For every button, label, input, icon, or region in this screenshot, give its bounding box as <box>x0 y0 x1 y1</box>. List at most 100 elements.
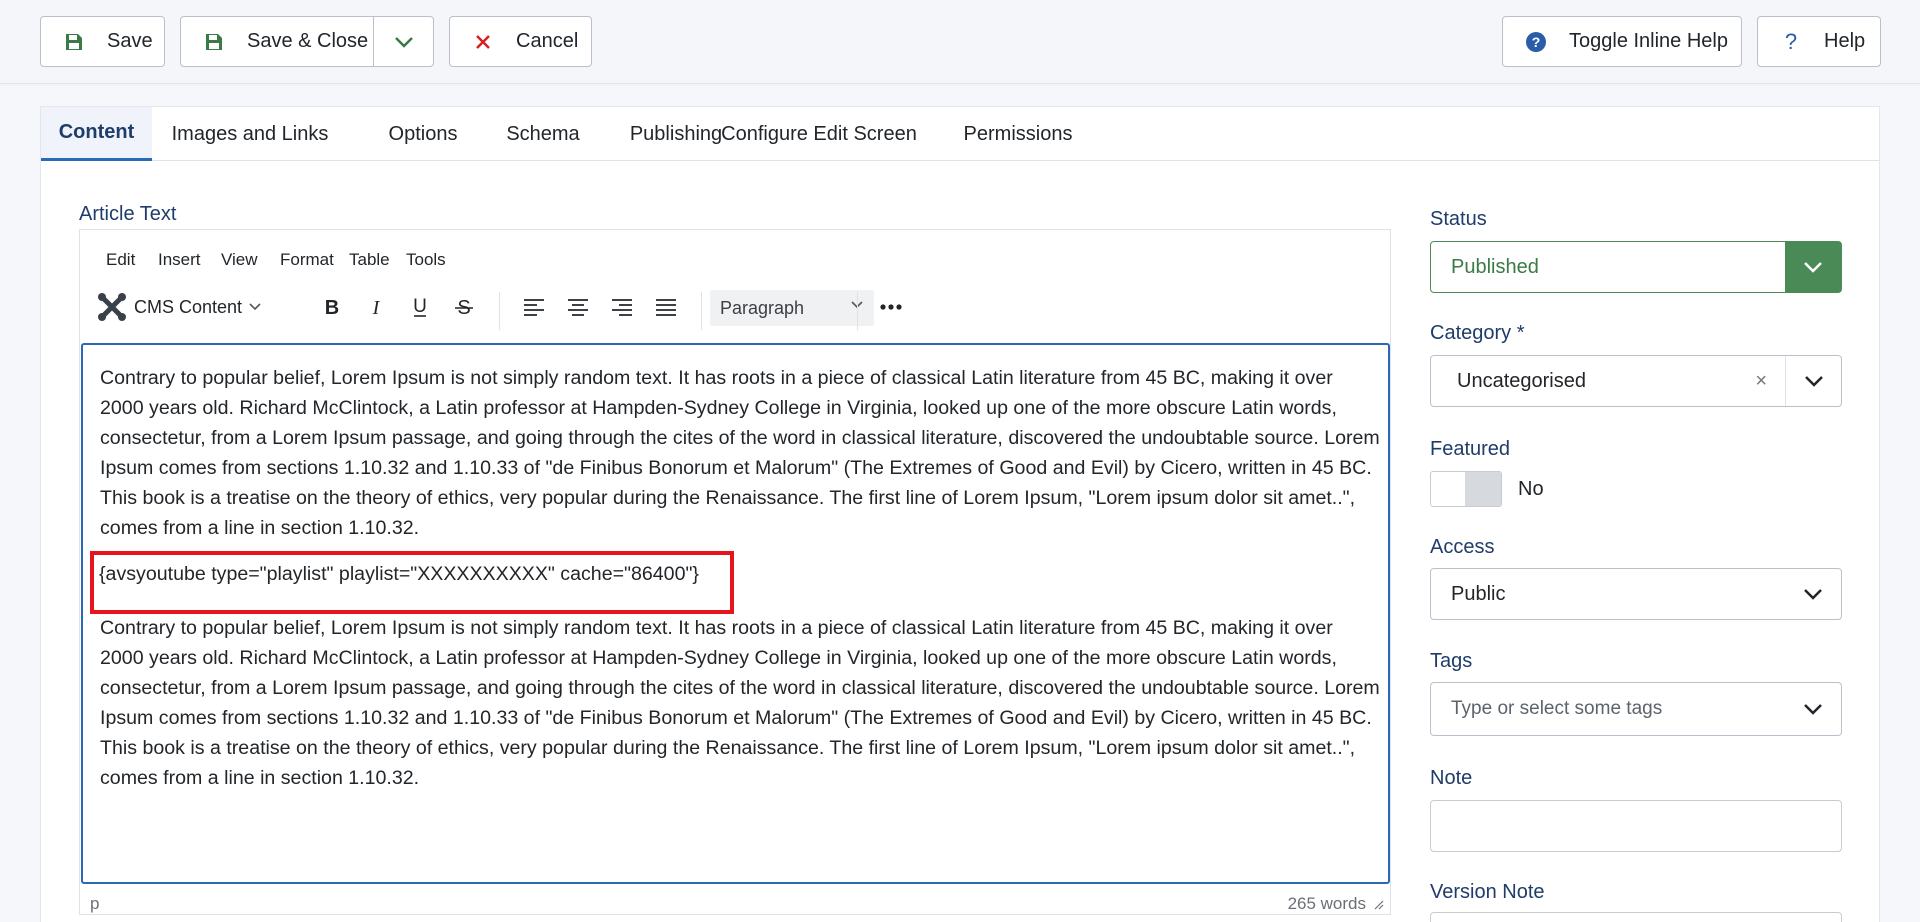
toolbar: Save Save & Close Cancel ? Toggle Inline… <box>0 0 1920 84</box>
paragraph-1: Contrary to popular belief, Lorem Ipsum … <box>100 367 1380 539</box>
svg-text:B: B <box>325 297 339 317</box>
svg-text:?: ? <box>1532 34 1541 50</box>
chevron-down-icon <box>249 303 261 311</box>
block-format-value: Paragraph <box>720 297 805 318</box>
joomla-logo-icon <box>98 293 126 321</box>
question-icon: ? <box>1780 31 1802 53</box>
save-close-button[interactable]: Save & Close <box>180 16 434 67</box>
floppy-disk-icon <box>63 31 85 53</box>
toolbar-divider <box>701 292 702 330</box>
italic-button[interactable]: I <box>356 288 396 326</box>
tags-label: Tags <box>1430 650 1473 672</box>
underline-button[interactable]: U <box>400 288 440 326</box>
clear-category-icon[interactable]: × <box>1755 370 1767 393</box>
svg-text:I: I <box>372 297 381 317</box>
align-left-icon <box>524 299 544 316</box>
note-input[interactable] <box>1430 800 1842 852</box>
editor-menubar: Edit Insert View Format Table Tools <box>80 230 1390 276</box>
tab-bar: Content Images and Links Options Schema … <box>41 107 1879 161</box>
menu-insert[interactable]: Insert <box>158 250 201 270</box>
ellipsis-icon <box>880 304 902 310</box>
chevron-down-icon <box>1804 589 1822 600</box>
menu-tools[interactable]: Tools <box>406 250 446 270</box>
save-options-dropdown[interactable] <box>374 17 434 66</box>
close-icon <box>472 31 494 53</box>
align-center-icon <box>568 299 588 316</box>
category-value: Uncategorised <box>1457 369 1586 392</box>
align-justify-icon <box>656 299 676 316</box>
toggle-knob <box>1465 472 1501 506</box>
chevron-down-icon <box>395 36 413 48</box>
chevron-down-icon <box>1804 704 1822 715</box>
menu-edit[interactable]: Edit <box>106 250 135 270</box>
featured-value: No <box>1518 478 1544 500</box>
bold-button[interactable]: B <box>312 288 352 326</box>
chevron-down-icon <box>1804 376 1823 387</box>
note-label: Note <box>1430 767 1473 789</box>
menu-table[interactable]: Table <box>349 250 390 270</box>
more-options-button[interactable] <box>870 288 912 326</box>
block-format-select[interactable]: Paragraph <box>710 290 874 326</box>
align-left-button[interactable] <box>514 288 554 326</box>
floppy-disk-icon <box>203 31 225 53</box>
underline-icon: U <box>413 296 427 317</box>
menu-format[interactable]: Format <box>280 250 334 270</box>
category-select[interactable]: Uncategorised × <box>1430 355 1842 407</box>
save-label: Save <box>107 30 153 52</box>
justify-button[interactable] <box>646 288 686 326</box>
italic-icon: I <box>372 297 381 317</box>
tags-dropdown-toggle[interactable] <box>1785 683 1841 735</box>
cms-content-label: CMS Content <box>134 296 243 317</box>
editor-statusbar: p 265 words <box>80 886 1390 916</box>
cancel-button[interactable]: Cancel <box>449 16 592 67</box>
tags-input[interactable]: Type or select some tags <box>1430 682 1842 736</box>
cancel-label: Cancel <box>516 30 579 52</box>
help-button[interactable]: ? Help <box>1757 16 1881 67</box>
bold-icon: B <box>325 297 339 317</box>
align-right-button[interactable] <box>602 288 642 326</box>
toggle-inline-help-label: Toggle Inline Help <box>1569 30 1728 52</box>
category-dropdown-toggle[interactable] <box>1785 356 1841 406</box>
editor-toolbar: CMS Content B I U S Paragraph <box>80 282 1390 332</box>
toggle-inline-help-button[interactable]: ? Toggle Inline Help <box>1502 16 1742 67</box>
editor-content-area[interactable]: Contrary to popular belief, Lorem Ipsum … <box>81 343 1390 884</box>
svg-text:S: S <box>457 297 470 317</box>
svg-text:U: U <box>413 296 427 317</box>
chevron-down-icon <box>1804 262 1822 273</box>
save-close-label: Save & Close <box>247 30 369 52</box>
access-label: Access <box>1430 536 1495 558</box>
cms-content-button[interactable]: CMS Content <box>96 288 264 326</box>
resize-handle-icon <box>1374 900 1384 910</box>
access-dropdown-toggle[interactable] <box>1785 569 1841 619</box>
status-select[interactable]: Published <box>1430 241 1842 293</box>
paragraph-2: Contrary to popular belief, Lorem Ipsum … <box>100 617 1380 789</box>
save-button[interactable]: Save <box>40 16 165 67</box>
word-count: 265 words <box>1287 894 1366 913</box>
menu-view[interactable]: View <box>221 250 258 270</box>
status-label: Status <box>1430 208 1487 230</box>
featured-label: Featured <box>1430 438 1511 460</box>
align-right-icon <box>612 299 632 316</box>
tab-content[interactable]: Content <box>41 107 152 161</box>
status-value: Published <box>1451 255 1539 278</box>
tab-images-and-links[interactable]: Images and Links <box>170 107 330 161</box>
tab-permissions[interactable]: Permissions <box>943 107 1093 161</box>
featured-toggle[interactable] <box>1430 471 1502 507</box>
element-path[interactable]: p <box>90 894 99 914</box>
tab-configure-edit-screen[interactable]: Configure Edit Screen <box>709 107 929 161</box>
access-value: Public <box>1451 582 1506 605</box>
access-select[interactable]: Public <box>1430 568 1842 620</box>
version-note-label: Version Note <box>1430 881 1545 903</box>
strikethrough-button[interactable]: S <box>444 288 484 326</box>
rich-text-editor: Edit Insert View Format Table Tools CMS … <box>79 229 1391 915</box>
tags-placeholder: Type or select some tags <box>1451 698 1663 719</box>
svg-text:?: ? <box>1785 31 1797 53</box>
avsyoutube-shortcode: {avsyoutube type="playlist" playlist="XX… <box>99 563 699 585</box>
help-label: Help <box>1824 30 1866 52</box>
status-dropdown-toggle[interactable] <box>1785 242 1841 292</box>
strikethrough-icon: S <box>455 297 473 317</box>
align-center-button[interactable] <box>558 288 598 326</box>
version-note-input[interactable] <box>1430 912 1842 922</box>
article-text-label: Article Text <box>79 203 177 225</box>
toolbar-divider <box>857 292 858 330</box>
